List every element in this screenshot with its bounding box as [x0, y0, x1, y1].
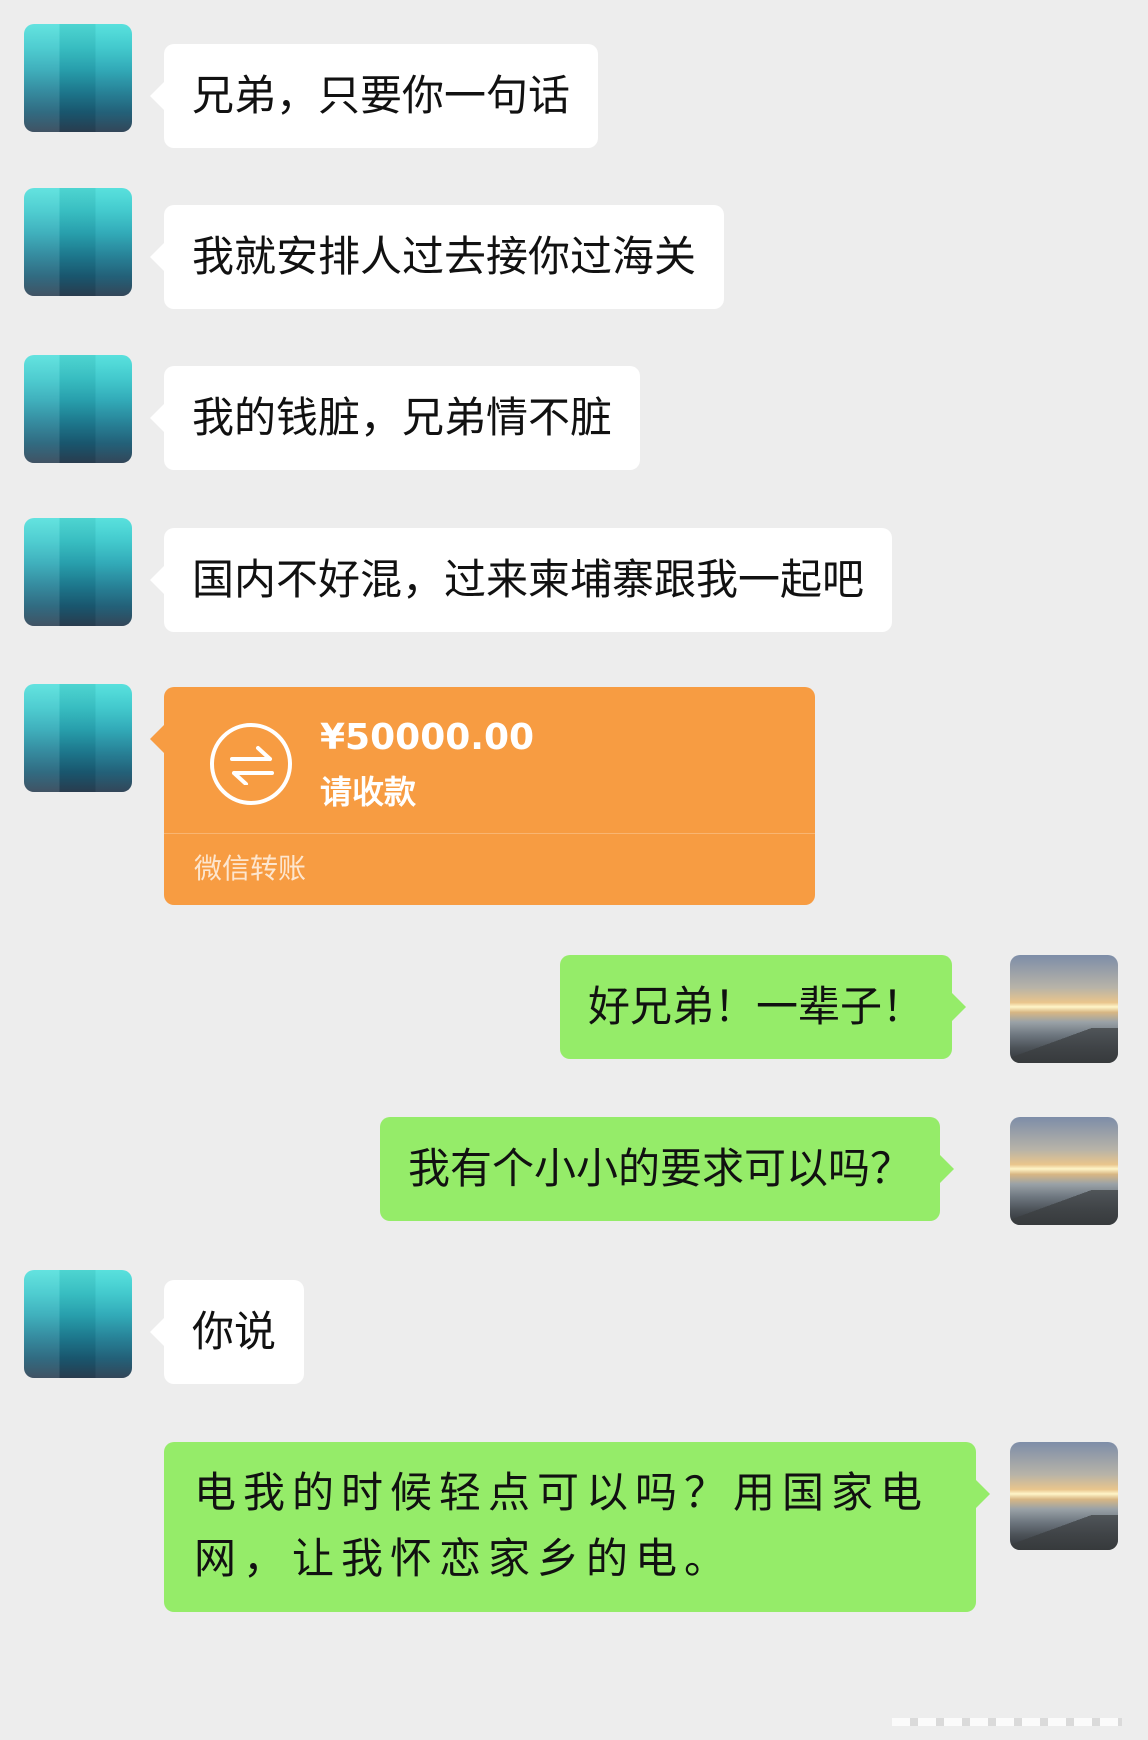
contact-avatar[interactable] — [24, 24, 132, 132]
contact-avatar[interactable] — [24, 355, 132, 463]
transfer-status: 请收款 — [320, 773, 417, 811]
incoming-message[interactable]: 我就安排人过去接你过海关 — [149, 205, 725, 309]
transfer-footer-label: 微信转账 — [194, 852, 307, 885]
watermark-strip — [892, 1718, 1122, 1726]
incoming-message[interactable]: 兄弟，只要你一句话 — [149, 44, 599, 148]
contact-avatar[interactable] — [24, 1270, 132, 1378]
divider — [164, 833, 815, 834]
outgoing-message[interactable]: 电我的时候轻点可以吗？用国家电网，让我怀恋家乡的电。 — [164, 1442, 990, 1612]
transfer-arrows-icon — [210, 723, 292, 805]
self-avatar[interactable] — [1010, 955, 1118, 1063]
outgoing-message[interactable]: 我有个小小的要求可以吗？ — [380, 1117, 955, 1221]
self-avatar[interactable] — [1010, 1442, 1118, 1550]
contact-avatar[interactable] — [24, 188, 132, 296]
transfer-amount: ¥50000.00 — [320, 717, 535, 758]
outgoing-message[interactable]: 好兄弟！一辈子！ — [560, 955, 967, 1059]
wechat-transfer-card[interactable]: ¥50000.00 请收款 微信转账 — [150, 687, 815, 905]
incoming-message[interactable]: 我的钱脏，兄弟情不脏 — [149, 366, 641, 470]
incoming-message[interactable]: 国内不好混，过来柬埔寨跟我一起吧 — [149, 528, 893, 632]
contact-avatar[interactable] — [24, 518, 132, 626]
self-avatar[interactable] — [1010, 1117, 1118, 1225]
incoming-message[interactable]: 你说 — [149, 1280, 305, 1384]
contact-avatar[interactable] — [24, 684, 132, 792]
